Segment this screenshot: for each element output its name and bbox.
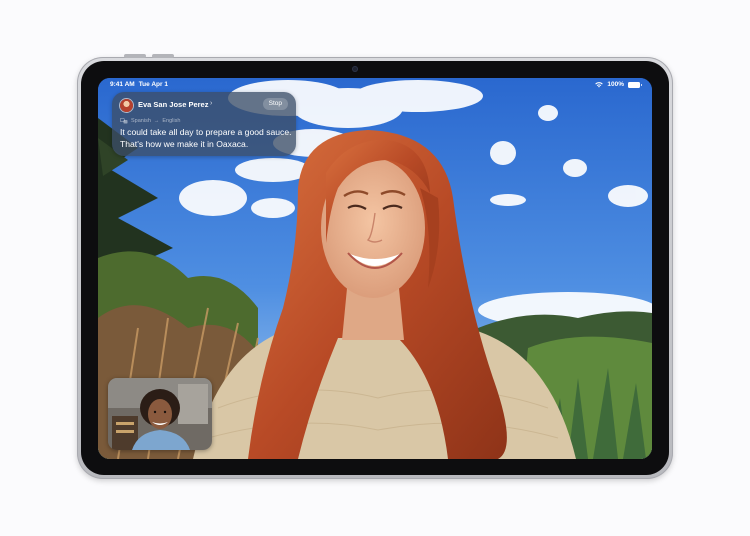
caller-name[interactable]: Eva San Jose Perez (138, 100, 208, 109)
volume-button (124, 54, 146, 58)
product-photo: 9:41 AM Tue Apr 1 100% Eva San Jose Pere… (0, 0, 750, 536)
translated-caption-text: It could take all day to prepare a good … (120, 127, 292, 149)
status-bar: 9:41 AM Tue Apr 1 100% (98, 78, 652, 92)
volume-button (152, 54, 174, 58)
camera-icon (352, 66, 358, 72)
live-translation-notification[interactable]: Eva San Jose Perez › Stop Spanish → Engl… (112, 92, 296, 156)
battery-percent: 100% (607, 81, 624, 88)
translation-languages: Spanish → English (120, 118, 180, 124)
source-language: Spanish (131, 118, 151, 124)
battery-icon (628, 81, 642, 88)
facetime-call-screen: 9:41 AM Tue Apr 1 100% Eva San Jose Pere… (98, 78, 652, 459)
self-view-video (108, 378, 212, 450)
chevron-right-icon[interactable]: › (210, 100, 212, 107)
wifi-icon (595, 81, 604, 87)
status-date: Tue Apr 1 (138, 81, 168, 88)
translate-icon (120, 118, 128, 124)
language-arrow: → (153, 118, 160, 124)
status-time: 9:41 AM (110, 81, 135, 88)
self-view-tile[interactable] (108, 378, 212, 450)
target-language: English (162, 118, 181, 124)
caller-avatar (120, 99, 133, 112)
stop-translation-button[interactable]: Stop (262, 98, 288, 110)
